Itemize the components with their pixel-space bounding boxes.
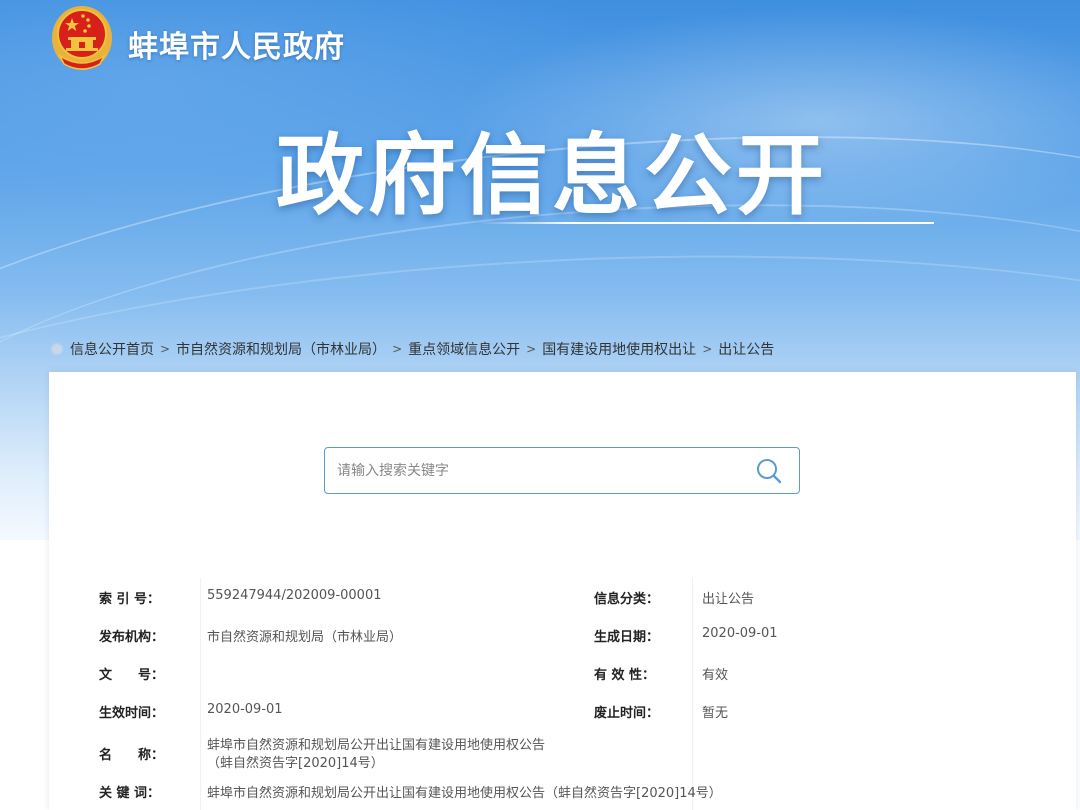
site-name[interactable]: 蚌埠市人民政府 [128, 22, 345, 66]
category-label: 信息分类： [594, 592, 660, 607]
publisher-value: 市自然资源和规划局（市林业局） [207, 630, 403, 645]
effective-date-value: 2020-09-01 [207, 702, 283, 717]
breadcrumb-separator: > [160, 342, 171, 356]
breadcrumb-item-key-areas[interactable]: 重点领域信息公开 [408, 339, 520, 359]
search-box [324, 447, 800, 494]
breadcrumb-separator: > [702, 342, 713, 356]
expiry-date-label: 废止时间： [594, 706, 660, 721]
validity-value: 有效 [702, 668, 729, 683]
name-value-line1: 蚌埠市自然资源和规划局公开出让国有建设用地使用权公告 [207, 738, 546, 753]
doc-no-label: 文 号： [99, 668, 165, 683]
name-label: 名 称： [99, 748, 165, 763]
home-icon [50, 342, 64, 356]
national-emblem-icon[interactable] [50, 4, 114, 74]
effective-date-label: 生效时间： [99, 706, 165, 721]
page-hero-title: 政府信息公开 [276, 124, 829, 227]
created-date-label: 生成日期： [594, 630, 660, 645]
breadcrumb-item-department[interactable]: 市自然资源和规划局（市林业局） [176, 339, 386, 359]
breadcrumb-item-current[interactable]: 出让公告 [718, 339, 774, 359]
name-value-line2: （蚌自然资告字[2020]14号） [207, 756, 384, 771]
breadcrumb-separator: > [392, 342, 403, 356]
search-button[interactable] [739, 448, 799, 493]
index-no-value: 559247944/202009-00001 [207, 588, 382, 603]
column-divider [200, 578, 201, 810]
hero-underline [478, 222, 934, 224]
category-value: 出让公告 [702, 592, 755, 607]
breadcrumb-item-home[interactable]: 信息公开首页 [70, 339, 154, 359]
breadcrumb: 信息公开首页 > 市自然资源和规划局（市林业局） > 重点领域信息公开 > 国有… [50, 338, 774, 360]
index-no-label: 索 引 号： [99, 592, 161, 607]
breadcrumb-item-land-transfer[interactable]: 国有建设用地使用权出让 [542, 339, 696, 359]
validity-label: 有 效 性： [594, 668, 656, 683]
column-divider [692, 578, 693, 810]
keywords-label: 关 键 词： [99, 786, 161, 801]
search-icon [757, 458, 782, 483]
created-date-value: 2020-09-01 [702, 626, 778, 641]
search-input[interactable] [325, 448, 739, 493]
content-card [49, 372, 1076, 810]
keywords-value: 蚌埠市自然资源和规划局公开出让国有建设用地使用权公告（蚌自然资告字[2020]1… [207, 786, 722, 801]
expiry-date-value: 暂无 [702, 706, 729, 721]
breadcrumb-separator: > [526, 342, 537, 356]
publisher-label: 发布机构： [99, 630, 165, 645]
